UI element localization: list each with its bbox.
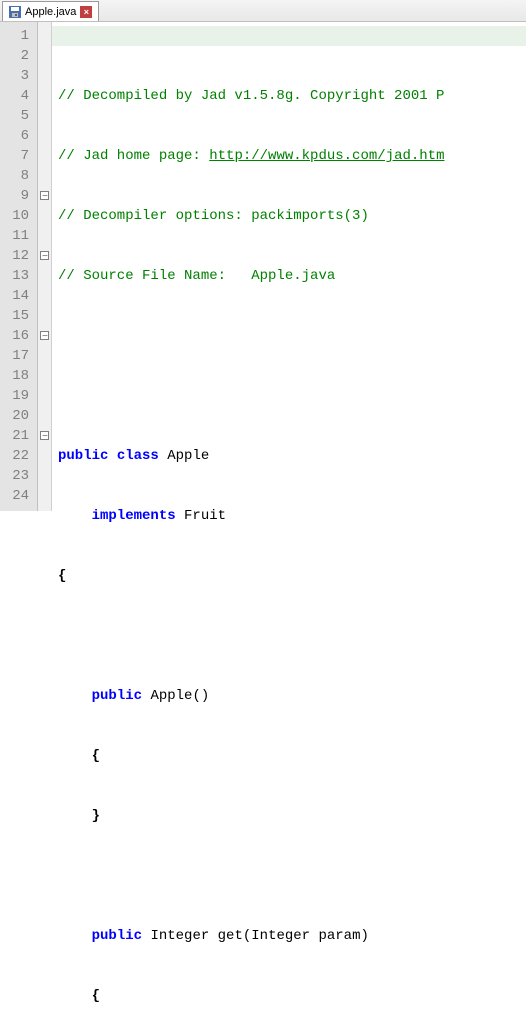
line-number: 3 — [4, 66, 29, 86]
line-number: 10 — [4, 206, 29, 226]
constructor: Apple() — [150, 688, 209, 704]
line-number: 9 — [4, 186, 29, 206]
line-number: 14 — [4, 286, 29, 306]
code-area[interactable]: // Decompiled by Jad v1.5.8g. Copyright … — [52, 22, 526, 511]
line-number: 8 — [4, 166, 29, 186]
brace: { — [92, 748, 100, 764]
line-number: 6 — [4, 126, 29, 146]
keyword: public — [92, 688, 142, 704]
line-number: 24 — [4, 486, 29, 506]
class-name: Apple — [167, 448, 209, 464]
code-editor[interactable]: 1 2 3 4 5 6 7 8 9 10 11 12 13 14 15 16 1… — [0, 22, 526, 511]
line-number: 16 — [4, 326, 29, 346]
brace: { — [58, 568, 66, 584]
fold-toggle-icon[interactable] — [40, 251, 49, 260]
brace: { — [92, 988, 100, 1004]
keyword: public — [58, 448, 108, 464]
line-number: 4 — [4, 86, 29, 106]
line-number: 19 — [4, 386, 29, 406]
line-number: 21 — [4, 426, 29, 446]
line-number: 5 — [4, 106, 29, 126]
current-line-highlight — [52, 26, 526, 46]
line-number: 13 — [4, 266, 29, 286]
comment: // Decompiler options: packimports(3) — [58, 208, 377, 224]
line-number: 23 — [4, 466, 29, 486]
line-number: 22 — [4, 446, 29, 466]
type: Integer — [150, 928, 209, 944]
fold-toggle-icon[interactable] — [40, 431, 49, 440]
url-link[interactable]: http://www.kpdus.com/jad.htm — [209, 148, 444, 164]
fold-toggle-icon[interactable] — [40, 191, 49, 200]
keyword: class — [117, 448, 159, 464]
comment: // Source File Name: Apple.java — [58, 268, 335, 284]
line-number-gutter: 1 2 3 4 5 6 7 8 9 10 11 12 13 14 15 16 1… — [0, 22, 38, 511]
comment: // Jad home page: — [58, 148, 209, 164]
line-number: 20 — [4, 406, 29, 426]
comment: // Decompiled by Jad v1.5.8g. Copyright … — [58, 88, 444, 104]
tab-filename: Apple.java — [25, 6, 76, 18]
method-sig: get(Integer param) — [218, 928, 369, 944]
close-icon[interactable]: × — [80, 6, 92, 18]
line-number: 15 — [4, 306, 29, 326]
line-number: 11 — [4, 226, 29, 246]
interface-name: Fruit — [184, 508, 226, 524]
line-number: 18 — [4, 366, 29, 386]
line-number: 12 — [4, 246, 29, 266]
fold-toggle-icon[interactable] — [40, 331, 49, 340]
keyword: implements — [92, 508, 176, 524]
fold-gutter — [38, 22, 52, 511]
tab-bar: Apple.java × — [0, 0, 526, 22]
line-number: 2 — [4, 46, 29, 66]
brace: } — [92, 808, 100, 824]
file-tab[interactable]: Apple.java × — [2, 1, 99, 21]
line-number: 7 — [4, 146, 29, 166]
keyword: public — [92, 928, 142, 944]
line-number: 1 — [4, 26, 29, 46]
disk-icon — [9, 6, 21, 18]
line-number: 17 — [4, 346, 29, 366]
